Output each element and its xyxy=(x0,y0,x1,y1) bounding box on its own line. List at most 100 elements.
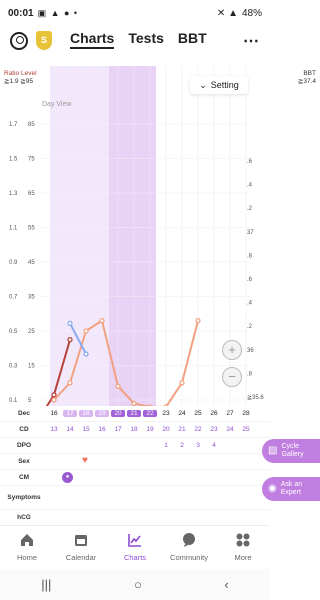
signal-icons: ✕ ▲ xyxy=(216,7,238,19)
status-bar: 00:01 ▣ ▲ ● • ✕ ▲ 48% xyxy=(0,0,270,26)
cd-cell: 24 xyxy=(226,426,234,433)
ratio-point xyxy=(51,392,57,398)
cycle-rows: Dec 16 17 18 19 20 21 22 23 24 25 26 27 28 CD 13 14 15… xyxy=(0,406,270,526)
bbt-tick-label: ≧35.6 xyxy=(247,395,264,401)
recent-apps-icon[interactable]: ||| xyxy=(41,577,51,592)
zoom-out-icon[interactable]: − xyxy=(222,367,242,387)
dates-cell: 17 xyxy=(63,410,77,417)
cycle-gallery-button[interactable]: ▧ Cycle Gallery xyxy=(262,439,320,463)
bbt-point xyxy=(67,320,73,326)
nav-charts[interactable]: Charts xyxy=(108,526,162,569)
ratio-tick-label: 0.9 xyxy=(9,260,18,266)
dates-cell: 22 xyxy=(143,410,157,417)
premium-shield-icon[interactable]: S xyxy=(36,31,52,50)
cd-cell: 20 xyxy=(162,426,170,433)
chart-icon xyxy=(128,534,141,547)
profile-icon[interactable] xyxy=(10,32,28,50)
home-circle-icon[interactable]: ○ xyxy=(134,577,142,592)
back-icon[interactable]: ‹ xyxy=(224,577,228,592)
cd-cell: 22 xyxy=(194,426,202,433)
cm-label: CM xyxy=(18,474,30,481)
cd-cell: 25 xyxy=(242,426,250,433)
level-tick-label: 25 xyxy=(28,329,35,335)
sex-row[interactable]: Sex ♥ xyxy=(0,454,270,470)
bbt-tick-label: .2 xyxy=(247,324,253,330)
level-tick-label: 75 xyxy=(28,157,35,163)
dpo-row: DPO 1 2 3 4 xyxy=(0,438,270,454)
level-tick-label: 35 xyxy=(28,295,35,301)
level-point xyxy=(131,400,137,406)
ratio-tick-label: 0.3 xyxy=(9,364,18,370)
nav-calendar[interactable]: Calendar xyxy=(54,526,108,569)
cm-row[interactable]: CM ● xyxy=(0,470,270,486)
symptoms-row[interactable]: Symptoms xyxy=(0,486,270,510)
nav-charts-label: Charts xyxy=(123,553,147,562)
level-tick-label: 85 xyxy=(28,122,35,128)
ask-expert-button[interactable]: ◉ Ask an Expert xyxy=(262,477,320,501)
top-bar: S Charts Tests BBT ⋯ xyxy=(0,28,270,56)
bbt-point xyxy=(83,351,89,357)
cd-cell: 23 xyxy=(210,426,218,433)
cd-cell: 18 xyxy=(130,426,138,433)
dates-cell: 23 xyxy=(162,410,170,417)
cm-drop-icon[interactable]: ● xyxy=(62,472,73,483)
right-axis-max: ≧37.4 xyxy=(297,78,316,85)
home-icon xyxy=(21,534,33,546)
nav-more-label: More xyxy=(234,553,252,562)
nav-more[interactable]: More xyxy=(216,526,270,569)
dates-cell: 21 xyxy=(127,410,141,417)
level-tick-label: 65 xyxy=(28,191,35,197)
level-point xyxy=(179,380,185,386)
ratio-tick-label: 0.1 xyxy=(9,398,18,404)
level-tick-label: 45 xyxy=(28,260,35,266)
level-point xyxy=(115,383,121,389)
hcg-label: hCG xyxy=(17,514,31,521)
more-options-icon[interactable]: ⋯ xyxy=(243,31,260,51)
zoom-in-icon[interactable]: + xyxy=(222,340,242,360)
level-point xyxy=(51,397,57,403)
bbt-tick-label: .2 xyxy=(247,206,253,212)
dates-cell: 25 xyxy=(194,410,202,417)
ratio-tick-label: 0.7 xyxy=(9,295,18,301)
cycle-gallery-label: Cycle Gallery xyxy=(281,443,304,458)
bbt-tick-label: 37 xyxy=(247,230,254,236)
tab-tests[interactable]: Tests xyxy=(128,30,164,49)
cd-cell: 13 xyxy=(50,426,58,433)
system-navigation-bar: ||| ○ ‹ xyxy=(0,569,270,600)
tab-bbt[interactable]: BBT xyxy=(178,30,207,49)
cd-cell: 16 xyxy=(98,426,106,433)
bbt-tick-label: .6 xyxy=(247,159,253,165)
more-grid-icon xyxy=(236,533,250,547)
nav-home[interactable]: Home xyxy=(0,526,54,569)
nav-home-label: Home xyxy=(16,553,37,562)
nav-community[interactable]: Community xyxy=(162,526,216,569)
sex-label: Sex xyxy=(18,458,30,465)
heart-icon[interactable]: ♥ xyxy=(78,455,92,466)
cd-cell: 19 xyxy=(146,426,154,433)
ratio-tick-label: 1.5 xyxy=(9,157,18,163)
chat-icon: ◉ xyxy=(268,483,277,494)
community-icon xyxy=(183,533,195,547)
bbt-tick-label: .8 xyxy=(247,371,253,377)
setting-button[interactable]: ⌄ Setting xyxy=(190,76,248,94)
ratio-point xyxy=(67,336,73,343)
cd-cell: 15 xyxy=(82,426,90,433)
ratio-tick-label: 1.3 xyxy=(9,191,18,197)
cd-label: CD xyxy=(19,426,29,433)
dates-cell: 24 xyxy=(178,410,186,417)
clock: 00:01 xyxy=(8,7,34,19)
level-point xyxy=(195,317,201,324)
notification-icons: ▣ ▲ ● • xyxy=(37,7,79,18)
dpo-label: DPO xyxy=(16,442,32,449)
tab-charts[interactable]: Charts xyxy=(70,30,115,49)
right-axis-legend: BBT ≧37.4 xyxy=(298,70,316,85)
dates-cell: 27 xyxy=(226,410,234,417)
date-row: Dec 16 17 18 19 20 21 22 23 24 25 26 27 28 xyxy=(0,406,270,422)
cd-row: CD 13 14 15 16 17 18 19 20 21 22 23 24 25 xyxy=(0,422,270,438)
nav-calendar-label: Calendar xyxy=(65,553,97,562)
battery-level: 48% xyxy=(241,7,262,19)
level-tick-label: 5 xyxy=(28,398,32,404)
hcg-row[interactable]: hCG xyxy=(0,510,270,526)
nav-community-label: Community xyxy=(170,553,208,562)
calendar-icon xyxy=(75,535,87,546)
